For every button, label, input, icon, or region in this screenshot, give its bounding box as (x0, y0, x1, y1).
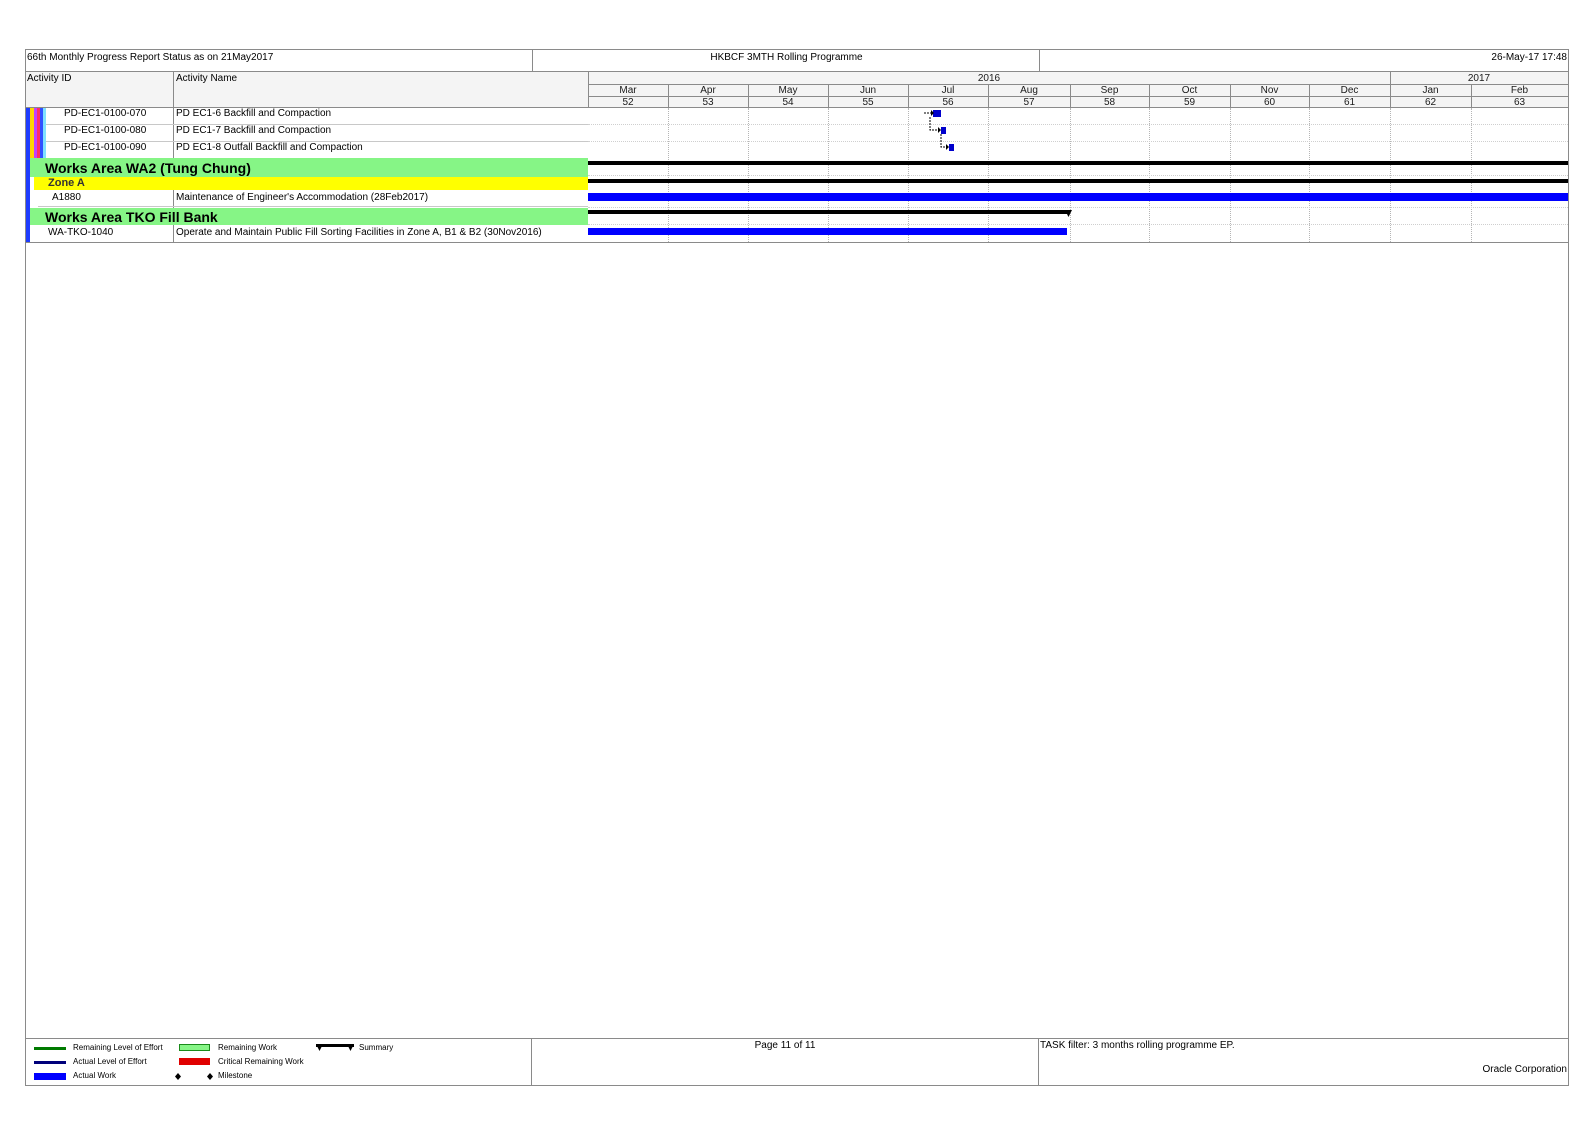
report-header: 66th Monthly Progress Report Status as o… (25, 49, 1569, 72)
timeline-year-label: 2017 (1467, 73, 1491, 84)
timeline-month-label: Nov (1260, 85, 1279, 96)
timeline-month-label: Jun (859, 85, 877, 96)
timeline-period-label: 55 (862, 97, 874, 108)
legend-label: Critical Remaining Work (218, 1057, 304, 1066)
summary-bar-zone-a (588, 179, 1568, 183)
timeline-month-label: May (778, 85, 798, 96)
column-activity-id: Activity ID (27, 73, 72, 84)
gantt-row-separator (588, 124, 1568, 125)
summary-end-marker (1065, 210, 1072, 217)
wbs-row-zone-a (34, 177, 588, 190)
legend-label: Remaining Level of Effort (73, 1043, 163, 1052)
activity-id-cell: PD-EC1-0100-090 (64, 142, 147, 153)
wbs-label-zone-a: Zone A (48, 177, 85, 189)
summary-bar-wa2 (588, 161, 1568, 165)
actual-work-swatch (34, 1073, 66, 1080)
activity-name-cell: PD EC1-6 Backfill and Compaction (176, 108, 332, 119)
gantt-row-separator (588, 175, 1568, 176)
remaining-level-of-effort-swatch (34, 1047, 66, 1050)
report-title: 66th Monthly Progress Report Status as o… (27, 52, 274, 63)
actual-level-of-effort-swatch (34, 1061, 66, 1064)
wbs-label-wa2: Works Area WA2 (Tung Chung) (45, 160, 251, 176)
timeline-period-label: 60 (1263, 97, 1276, 108)
timeline-period-label: 54 (782, 97, 794, 108)
relationship-arrows (924, 110, 949, 150)
activity-name-cell: Maintenance of Engineer's Accommodation … (176, 192, 429, 203)
timeline-period-label: 62 (1424, 97, 1437, 108)
activity-name-cell: PD EC1-8 Outfall Backfill and Compaction (176, 142, 363, 153)
programme-title: HKBCF 3MTH Rolling Programme (710, 52, 863, 63)
legend-label: Actual Work (73, 1071, 116, 1080)
timeline-month-label: Aug (1020, 85, 1038, 96)
timeline-period-label: 61 (1343, 97, 1356, 108)
legend-label: Remaining Work (218, 1043, 277, 1052)
wbs-label-tko: Works Area TKO Fill Bank (45, 209, 218, 225)
timeline-month-label: Jan (1422, 85, 1439, 96)
filter-text: TASK filter: 3 months rolling programme … (1040, 1040, 1235, 1051)
legend-label: Summary (359, 1043, 394, 1052)
legend-label: Actual Level of Effort (73, 1057, 147, 1066)
activity-id-cell: A1880 (52, 192, 81, 203)
timeline-month-label: Mar (619, 85, 637, 96)
timeline-period-label: 63 (1513, 97, 1526, 108)
legend-label: Milestone (218, 1071, 253, 1080)
summary-bar-icon (316, 1044, 354, 1051)
actual-work-bar-wa-tko-1040 (588, 228, 1067, 235)
gantt-row-separator (588, 141, 1568, 142)
company-name: Oracle Corporation (1482, 1064, 1567, 1075)
milestone-icon (175, 1073, 213, 1080)
column-activity-name: Activity Name (176, 73, 238, 84)
activity-name-cell: Operate and Maintain Public Fill Sorting… (176, 227, 542, 238)
critical-remaining-work-swatch (179, 1058, 210, 1065)
timeline-year-label: 2016 (977, 73, 1001, 84)
timeline-period-label: 59 (1183, 97, 1196, 108)
timeline-period-label: 53 (702, 97, 714, 108)
timeline-month-label: Feb (1510, 85, 1529, 96)
gantt-row-separator (588, 207, 1568, 208)
timeline-month-label: Dec (1340, 85, 1359, 96)
summary-bar-tko (588, 210, 1070, 214)
actual-work-bar-a1880 (588, 193, 1568, 201)
timeline-month-label: Sep (1100, 85, 1119, 96)
remaining-work-swatch (179, 1044, 210, 1051)
activity-name-cell: PD EC1-7 Backfill and Compaction (176, 125, 332, 136)
activity-id-cell: PD-EC1-0100-080 (64, 125, 147, 136)
timeline-month-label: Jul (941, 85, 955, 96)
report-date: 26-May-17 17:48 (1491, 52, 1567, 63)
activity-id-cell: PD-EC1-0100-070 (64, 108, 147, 119)
timeline-period-label: 52 (622, 97, 634, 108)
timeline-month-label: Apr (700, 85, 716, 96)
timeline-period-label: 56 (942, 97, 954, 108)
gantt-row-separator (588, 224, 1568, 225)
activity-id-cell: WA-TKO-1040 (48, 227, 114, 238)
timeline-period-label: 58 (1103, 97, 1116, 108)
timeline-month-label: Oct (1181, 85, 1198, 96)
page-number: Page 11 of 11 (754, 1040, 816, 1051)
timeline-period-label: 57 (1023, 97, 1035, 108)
